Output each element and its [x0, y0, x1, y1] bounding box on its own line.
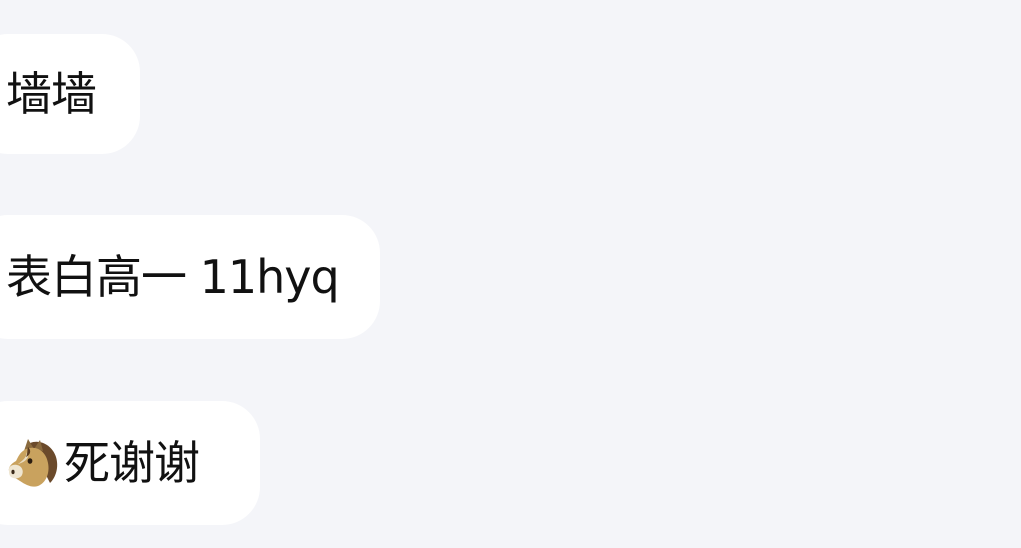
message-text: 死谢谢 — [64, 436, 200, 490]
horse-face-icon — [6, 437, 60, 489]
message-bubble[interactable]: 死谢谢 — [0, 401, 260, 525]
message-text: 表白高一 11hyq — [6, 250, 340, 304]
message-bubble[interactable]: 表白高一 11hyq — [0, 215, 380, 339]
message-bubble[interactable]: 墙墙 — [0, 34, 140, 154]
message-text: 墙墙 — [6, 67, 97, 121]
chat-message-list: 墙墙 表白高一 11hyq 死谢谢 — [0, 0, 1021, 548]
